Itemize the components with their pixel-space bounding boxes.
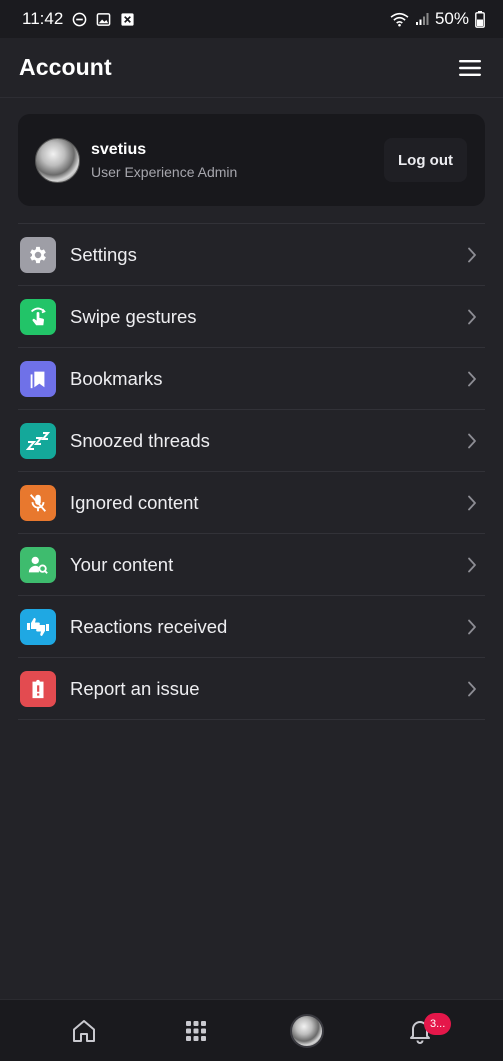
nav-apps[interactable] (166, 1000, 226, 1061)
wifi-icon (390, 12, 409, 27)
apps-grid-icon (186, 1021, 206, 1041)
battery-icon (475, 10, 485, 28)
status-right: 50% (390, 9, 485, 29)
swipe-hand-icon (20, 298, 56, 335)
menu-item-label: Reactions received (70, 615, 228, 637)
menu-item-reactions-received[interactable]: Reactions received (18, 596, 485, 658)
menu-item-label: Swipe gestures (70, 305, 197, 327)
notification-badge: 3... (424, 1013, 452, 1035)
thumbs-icon (20, 608, 56, 645)
mic-off-icon (20, 484, 56, 521)
page-title: Account (19, 54, 112, 80)
menu-item-bookmarks[interactable]: Bookmarks (18, 348, 485, 410)
user-info: svetius User Experience Admin (91, 141, 237, 180)
status-left: 11:42 (22, 9, 135, 29)
menu-item-label: Bookmarks (70, 367, 163, 389)
logout-button[interactable]: Log out (384, 138, 467, 182)
user-card: svetius User Experience Admin Log out (18, 114, 485, 206)
chevron-right-icon (467, 371, 477, 387)
bottom-nav: 3... (0, 999, 503, 1061)
user-search-icon (20, 546, 56, 583)
hamburger-icon (459, 59, 481, 76)
chevron-right-icon (467, 681, 477, 697)
nav-profile[interactable] (277, 1000, 337, 1061)
menu-item-swipe-gestures[interactable]: Swipe gestures (18, 286, 485, 348)
image-icon (96, 12, 111, 27)
dnd-icon (72, 12, 87, 27)
nav-home[interactable] (54, 1000, 114, 1061)
account-menu: Settings Swipe gestures Bookmarks Snooze… (18, 223, 485, 720)
menu-item-label: Report an issue (70, 677, 200, 699)
menu-item-ignored-content[interactable]: Ignored content (18, 472, 485, 534)
home-icon (73, 1020, 95, 1042)
avatar[interactable] (35, 137, 80, 183)
chevron-right-icon (467, 433, 477, 449)
menu-item-snoozed-threads[interactable]: Snoozed threads (18, 410, 485, 472)
report-icon (20, 670, 56, 707)
signal-icon (415, 12, 429, 26)
status-bar: 11:42 50% (0, 0, 503, 38)
user-role: User Experience Admin (91, 163, 238, 180)
bookmark-icon (20, 360, 56, 397)
menu-item-report-an-issue[interactable]: Report an issue (18, 658, 485, 720)
chevron-right-icon (467, 247, 477, 263)
profile-avatar (290, 1014, 324, 1048)
chevron-right-icon (467, 557, 477, 573)
menu-item-label: Settings (70, 243, 137, 265)
close-box-icon (120, 12, 135, 27)
zzz-icon (20, 422, 56, 459)
chevron-right-icon (467, 309, 477, 325)
menu-item-label: Your content (70, 553, 174, 575)
chevron-right-icon (467, 495, 477, 511)
account-screen: 11:42 50% Account svetius User Experienc… (0, 0, 503, 1061)
status-time: 11:42 (22, 9, 64, 28)
menu-item-label: Snoozed threads (70, 429, 210, 451)
username[interactable]: svetius (91, 141, 237, 159)
app-header: Account (0, 38, 503, 98)
gear-icon (20, 236, 56, 273)
menu-item-settings[interactable]: Settings (18, 224, 485, 286)
nav-notifications[interactable]: 3... (390, 1000, 452, 1061)
chevron-right-icon (467, 619, 477, 635)
hamburger-menu-button[interactable] (455, 53, 485, 83)
menu-item-label: Ignored content (70, 491, 199, 513)
battery-percent: 50% (434, 9, 469, 28)
menu-item-your-content[interactable]: Your content (18, 534, 485, 596)
